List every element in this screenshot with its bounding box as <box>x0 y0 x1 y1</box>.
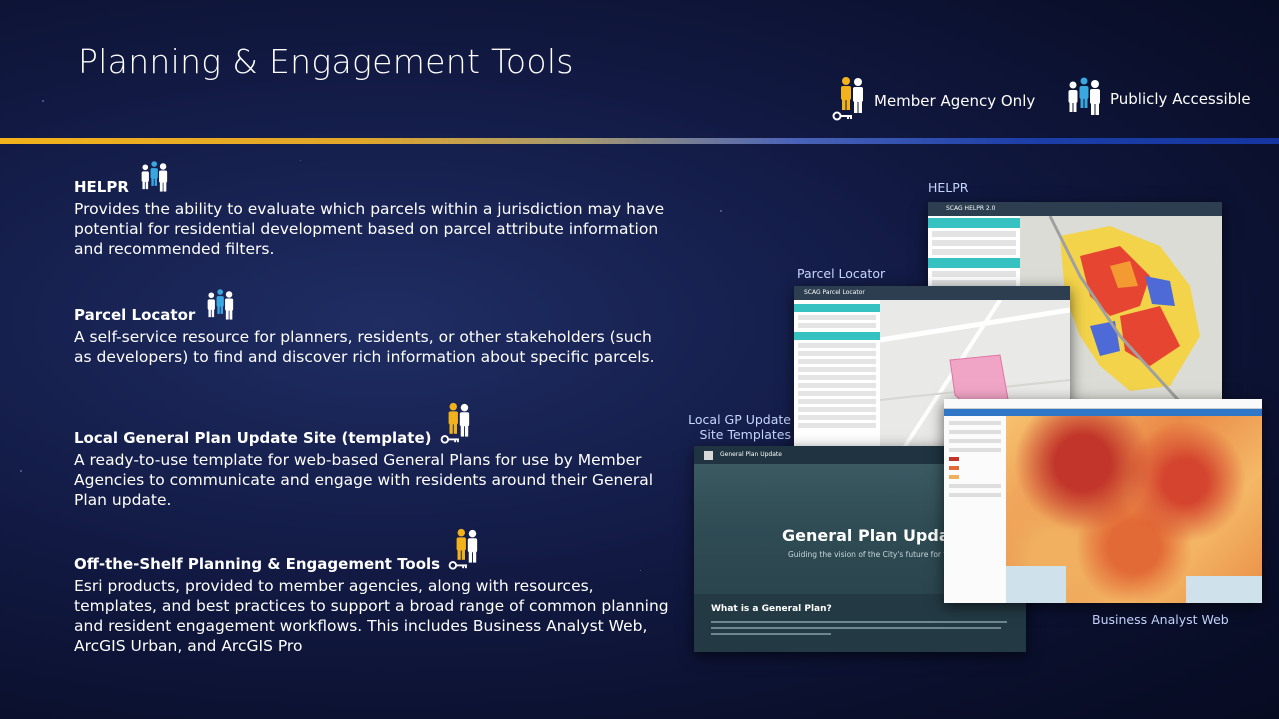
gp-update-screenshot-label: Local GP Update Site Templates <box>688 412 791 442</box>
parcel-locator-screenshot-label: Parcel Locator <box>797 266 886 281</box>
ba-heat-map <box>1006 416 1262 603</box>
gp-site-logo <box>704 451 713 460</box>
business-analyst-screenshot-label: Business Analyst Web <box>1092 612 1229 627</box>
legend-publicly-accessible: Publicly Accessible <box>1066 76 1251 122</box>
section-title: HELPR <box>74 178 129 196</box>
helpr-app-bar: SCAG HELPR 2.0 <box>928 202 1222 216</box>
section-local-general-plan: Local General Plan Update Site (template… <box>74 402 674 510</box>
section-parcel-locator: Parcel Locator A self-service resource f… <box>74 288 674 367</box>
section-title: Parcel Locator <box>74 306 196 324</box>
legend-member-agency: Member Agency Only <box>832 76 1035 126</box>
background-star <box>42 100 44 102</box>
section-title: Local General Plan Update Site (template… <box>74 429 432 447</box>
section-title: Off-the-Shelf Planning & Engagement Tool… <box>74 555 441 573</box>
ba-top-bar <box>944 399 1262 409</box>
member-agency-key-person-icon <box>832 76 868 126</box>
member-agency-key-person-icon <box>440 402 474 449</box>
section-description: A self-service resource for planners, re… <box>74 328 655 366</box>
section-helpr: HELPR Provides the ability to evaluate w… <box>74 160 674 259</box>
gp-header-title: General Plan Update <box>720 451 782 458</box>
public-group-icon <box>203 288 239 326</box>
slide: Planning & Engagement Tools Member Agenc… <box>0 0 1279 719</box>
background-star <box>20 470 22 472</box>
helpr-screenshot-label: HELPR <box>928 180 969 195</box>
parcel-app-bar: SCAG Parcel Locator <box>794 286 1070 300</box>
slide-title: Planning & Engagement Tools <box>78 42 574 81</box>
section-off-the-shelf-tools: Off-the-Shelf Planning & Engagement Tool… <box>74 528 674 656</box>
gp-question: What is a General Plan? <box>711 604 832 614</box>
gp-hero-title: General Plan Update <box>782 526 969 545</box>
public-group-icon <box>137 160 173 198</box>
parcel-sidebar <box>794 300 880 454</box>
background-star <box>720 210 722 212</box>
public-group-icon <box>1066 76 1104 122</box>
section-description: A ready-to-use template for web-based Ge… <box>74 451 654 509</box>
member-agency-key-person-icon <box>448 528 482 575</box>
legend-public-label: Publicly Accessible <box>1110 90 1251 108</box>
gp-label-line: Local GP Update <box>688 412 791 427</box>
section-description: Provides the ability to evaluate which p… <box>74 200 665 258</box>
business-analyst-screenshot <box>944 399 1262 603</box>
section-description: Esri products, provided to member agenci… <box>74 577 669 655</box>
legend-member-label: Member Agency Only <box>874 92 1036 110</box>
ba-sidebar <box>944 416 1007 603</box>
gradient-divider <box>0 138 1279 144</box>
gp-label-line: Site Templates <box>699 427 791 442</box>
